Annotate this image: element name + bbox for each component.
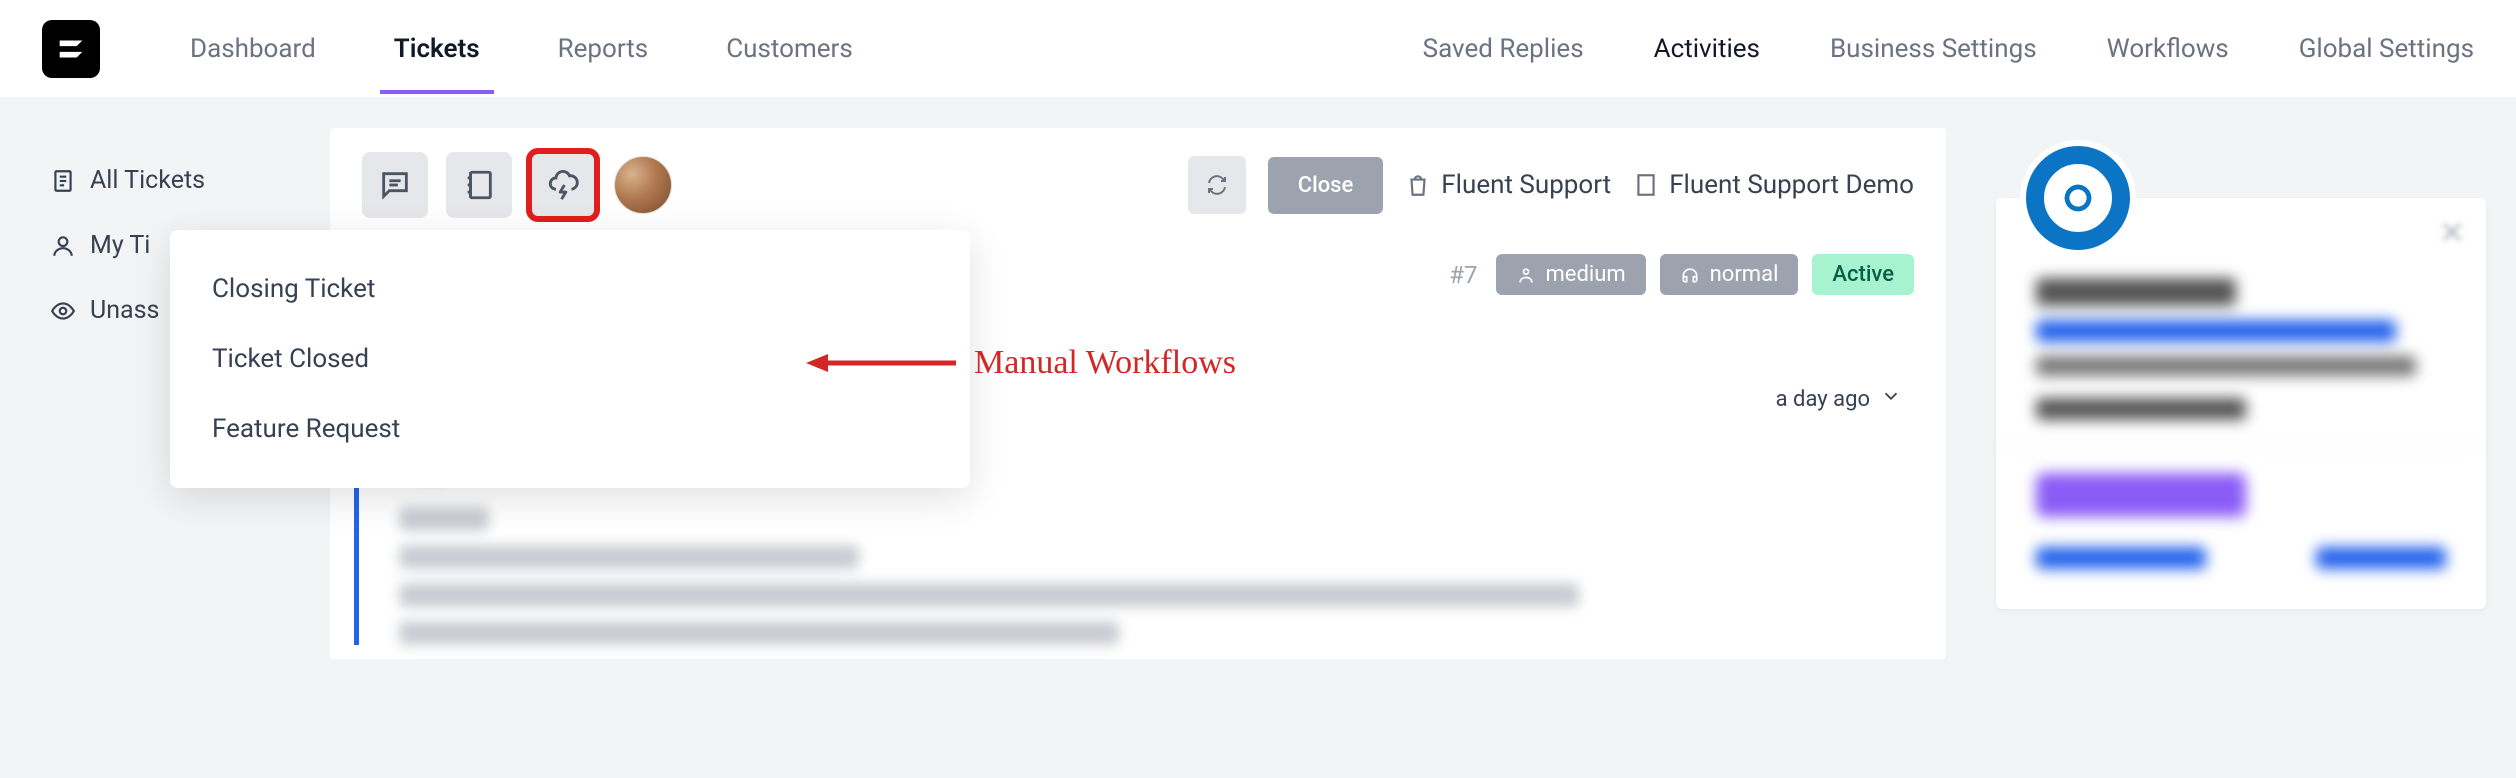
redacted-action-button[interactable]: [2036, 473, 2246, 517]
nav-activities[interactable]: Activities: [1654, 4, 1760, 94]
sidebar-item-label: All Tickets: [90, 166, 205, 195]
arrow-icon: [806, 348, 956, 378]
redacted-location: [2036, 398, 2246, 420]
assignee-avatar[interactable]: [614, 156, 672, 214]
notebook-icon: [462, 168, 496, 202]
top-nav: Dashboard Tickets Reports Customers Save…: [0, 0, 2516, 98]
refresh-button[interactable]: [1188, 156, 1246, 214]
crumb-mailbox[interactable]: Fluent Support Demo: [1633, 170, 1914, 200]
building-icon: [1633, 172, 1659, 198]
nav-reports[interactable]: Reports: [558, 4, 649, 94]
eye-icon: [50, 298, 76, 324]
redacted-text: [399, 621, 1119, 645]
crumb-product[interactable]: Fluent Support: [1405, 170, 1611, 200]
pill-label: Active: [1832, 262, 1894, 287]
nav-saved-replies[interactable]: Saved Replies: [1423, 4, 1584, 94]
profile-card: [1996, 198, 2486, 609]
status-pill[interactable]: Active: [1812, 254, 1914, 295]
refresh-icon: [1205, 173, 1229, 197]
nav-right-group: Saved Replies Activities Business Settin…: [1423, 4, 2474, 94]
user-icon: [1516, 265, 1536, 285]
sidebar-item-label: My Ti: [90, 231, 150, 260]
redacted-text: [399, 545, 859, 569]
nav-business-settings[interactable]: Business Settings: [1830, 4, 2037, 94]
workflow-item-feature-request[interactable]: Feature Request: [170, 394, 970, 464]
pill-label: normal: [1710, 262, 1779, 287]
customer-profile-panel: [1996, 128, 2486, 659]
redacted-line: [2036, 356, 2416, 376]
customer-avatar: [2020, 140, 2136, 256]
headset-icon: [1680, 265, 1700, 285]
logo-icon: [54, 32, 88, 66]
annotation-label: Manual Workflows: [974, 344, 1236, 382]
ticket-id: #7: [1449, 261, 1477, 289]
sidebar-item-all-tickets[interactable]: All Tickets: [40, 148, 300, 213]
type-pill[interactable]: normal: [1660, 254, 1799, 295]
pill-label: medium: [1546, 262, 1626, 287]
nav-global-settings[interactable]: Global Settings: [2299, 4, 2474, 94]
crumb-label: Fluent Support Demo: [1669, 170, 1914, 200]
redacted-email: [2036, 320, 2396, 342]
workflows-button[interactable]: [530, 152, 596, 218]
reply-button[interactable]: [362, 152, 428, 218]
crumb-label: Fluent Support: [1441, 170, 1611, 200]
gravatar-icon: [2026, 146, 2130, 250]
user-icon: [50, 233, 76, 259]
app-logo: [42, 20, 100, 78]
cloud-bolt-icon: [546, 168, 580, 202]
sidebar-item-label: Unass: [90, 296, 159, 325]
nav-tickets[interactable]: Tickets: [394, 4, 480, 94]
chevron-down-icon: [1880, 385, 1902, 413]
priority-pill[interactable]: medium: [1496, 254, 1646, 295]
redacted-link[interactable]: [2036, 547, 2206, 569]
redacted-name: [2036, 278, 2236, 306]
notes-button[interactable]: [446, 152, 512, 218]
chat-icon: [378, 168, 412, 202]
redacted-link[interactable]: [2316, 547, 2446, 569]
thread-time-label: a day ago: [1776, 387, 1870, 412]
redacted-text: [399, 583, 1579, 607]
ticket-toolbar: Close Fluent Support Fluent Support Demo: [362, 152, 1914, 218]
nav-workflows[interactable]: Workflows: [2107, 4, 2229, 94]
workflow-item-closing-ticket[interactable]: Closing Ticket: [170, 254, 970, 324]
ticket-panel: Close Fluent Support Fluent Support Demo…: [330, 128, 1946, 659]
close-ticket-button[interactable]: Close: [1268, 157, 1384, 214]
annotation-manual-workflows: Manual Workflows: [806, 344, 1236, 382]
close-icon[interactable]: [2438, 218, 2466, 246]
nav-customers[interactable]: Customers: [726, 4, 853, 94]
nav-dashboard[interactable]: Dashboard: [190, 4, 316, 94]
redacted-text: [399, 507, 489, 531]
shopping-bag-icon: [1405, 172, 1431, 198]
doc-list-icon: [50, 168, 76, 194]
nav-left-group: Dashboard Tickets Reports Customers: [190, 4, 853, 94]
